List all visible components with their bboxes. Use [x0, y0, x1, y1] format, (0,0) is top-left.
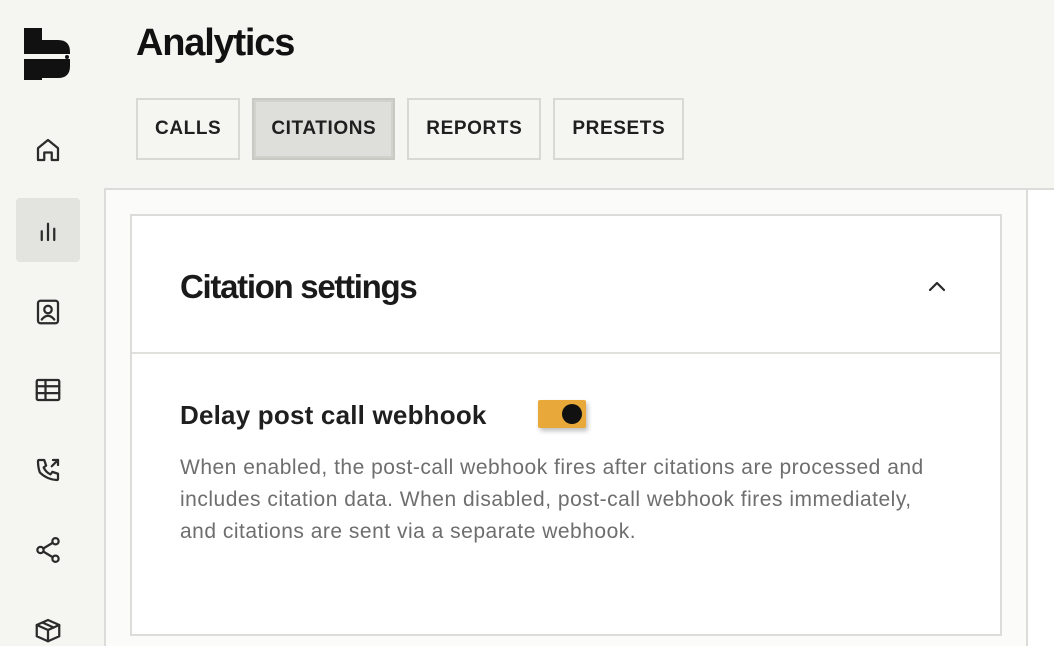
- brand-logo[interactable]: [24, 28, 72, 80]
- sidebar-item-home[interactable]: [16, 118, 80, 182]
- table-icon: [35, 378, 61, 402]
- setting-label: Delay post call webhook: [180, 400, 487, 430]
- tab-bar: CALLS CITATIONS REPORTS PRESETS: [136, 98, 685, 160]
- collapse-button[interactable]: [922, 272, 952, 302]
- home-icon: [36, 138, 60, 162]
- card-header[interactable]: Citation settings: [132, 216, 1000, 354]
- sidebar-item-packages[interactable]: [16, 598, 80, 646]
- sidebar-item-contacts[interactable]: [16, 280, 80, 344]
- tab-citations[interactable]: CITATIONS: [252, 98, 396, 160]
- citation-settings-card: Citation settings Delay post call webhoo…: [130, 214, 1002, 636]
- contact-card-icon: [36, 299, 60, 325]
- bar-chart-icon: [40, 222, 56, 242]
- sidebar: [0, 0, 104, 646]
- share-icon: [36, 537, 60, 563]
- sidebar-item-tables[interactable]: [16, 358, 80, 422]
- tab-reports[interactable]: REPORTS: [407, 98, 542, 160]
- chevron-up-icon: [928, 281, 946, 292]
- sidebar-item-analytics[interactable]: [16, 198, 80, 262]
- page-title: Analytics: [136, 22, 295, 64]
- sidebar-item-integrations[interactable]: [16, 518, 80, 582]
- card-title: Citation settings: [180, 268, 418, 305]
- right-panel-edge: [1028, 188, 1054, 646]
- setting-description: When enabled, the post-call webhook fire…: [180, 456, 924, 543]
- app-root: Analytics CALLS CITATIONS REPORTS PRESET…: [0, 0, 1054, 646]
- delay-webhook-toggle[interactable]: [538, 400, 586, 428]
- tab-presets[interactable]: PRESETS: [553, 98, 685, 160]
- phone-outgoing-icon: [36, 458, 60, 482]
- box-icon: [35, 618, 61, 643]
- toggle-knob: [562, 404, 582, 424]
- tab-calls[interactable]: CALLS: [136, 98, 241, 160]
- sidebar-item-calls[interactable]: [16, 438, 80, 502]
